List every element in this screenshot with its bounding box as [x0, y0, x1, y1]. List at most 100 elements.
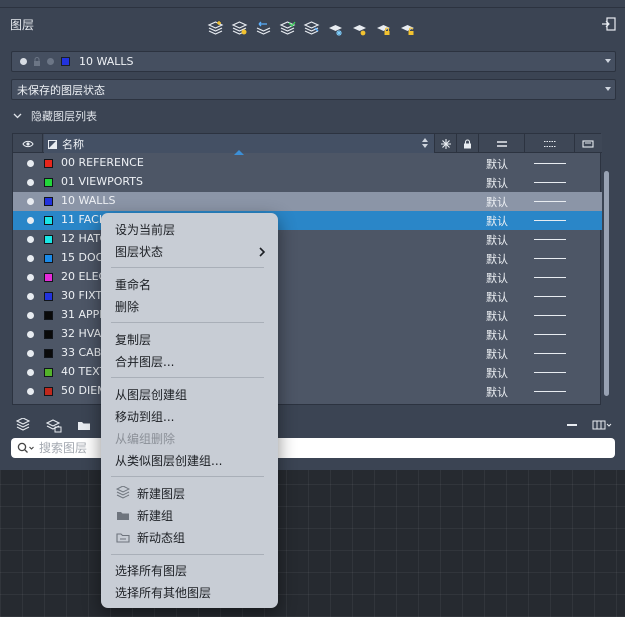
visibility-dot-icon[interactable] — [27, 255, 34, 262]
visibility-dot-icon[interactable] — [27, 198, 34, 205]
new-layer-icon[interactable] — [206, 19, 225, 38]
menu-item-create-group[interactable]: 从图层创建组 — [115, 386, 187, 404]
menu-item-set-current[interactable]: 设为当前层 — [115, 221, 175, 239]
layer-color-swatch[interactable] — [44, 330, 53, 339]
menu-item-duplicate[interactable]: 复制层 — [115, 331, 151, 349]
layer-color-swatch[interactable] — [44, 254, 53, 263]
dock-panel-icon[interactable] — [601, 16, 617, 32]
layer-linetype[interactable]: 默认 — [486, 232, 508, 248]
chevron-right-icon — [259, 247, 266, 257]
menu-item-delete[interactable]: 删除 — [115, 298, 139, 316]
menu-item-new-layer[interactable]: 新建图层 — [137, 485, 185, 503]
menu-item-select-all-others[interactable]: 选择所有其他图层 — [115, 584, 211, 602]
layer-lineweight[interactable] — [534, 239, 566, 240]
layer-color-swatch[interactable] — [44, 178, 53, 187]
unlock-layer-icon[interactable] — [398, 19, 417, 38]
layer-color-swatch[interactable] — [44, 197, 53, 206]
layer-color-swatch[interactable] — [44, 311, 53, 320]
visibility-dot-icon[interactable] — [27, 236, 34, 243]
visibility-dot-icon[interactable] — [27, 388, 34, 395]
layer-linetype[interactable]: 默认 — [486, 213, 508, 229]
table-header: 名称 — [13, 134, 602, 153]
layer-linetype[interactable]: 默认 — [486, 175, 508, 191]
table-row[interactable]: 10 WALLS 默认 — [13, 192, 602, 211]
layer-properties-icon[interactable] — [230, 19, 249, 38]
layer-lineweight[interactable] — [534, 277, 566, 278]
visibility-dot-icon[interactable] — [27, 331, 34, 338]
visibility-dot-icon[interactable] — [27, 217, 34, 224]
layer-linetype[interactable]: 默认 — [486, 270, 508, 286]
vertical-scrollbar[interactable] — [604, 171, 609, 396]
menu-item-merge[interactable]: 合并图层... — [115, 353, 174, 371]
menu-item-create-group-similar[interactable]: 从类似图层创建组... — [115, 452, 222, 470]
layer-lineweight[interactable] — [534, 372, 566, 373]
menu-item-select-all[interactable]: 选择所有图层 — [115, 562, 187, 580]
layer-lineweight[interactable] — [534, 353, 566, 354]
layer-linetype[interactable]: 默认 — [486, 308, 508, 324]
layer-linetype[interactable]: 默认 — [486, 346, 508, 362]
lock-layer-icon[interactable] — [374, 19, 393, 38]
layer-color-swatch[interactable] — [44, 292, 53, 301]
freeze-layer-icon[interactable] — [326, 19, 345, 38]
layer-color-swatch[interactable] — [44, 235, 53, 244]
layer-lineweight[interactable] — [534, 334, 566, 335]
layer-lineweight[interactable] — [534, 391, 566, 392]
visibility-dot-icon[interactable] — [27, 312, 34, 319]
layer-lineweight[interactable] — [534, 296, 566, 297]
menu-item-layer-state[interactable]: 图层状态 — [115, 243, 265, 261]
menu-item-move-to-group[interactable]: 移动到组... — [115, 408, 174, 426]
freeze-column-header[interactable] — [434, 134, 456, 153]
layer-color-swatch[interactable] — [44, 159, 53, 168]
visibility-dot-icon[interactable] — [27, 160, 34, 167]
visibility-dot-icon[interactable] — [27, 179, 34, 186]
menu-item-new-dynamic-group[interactable]: 新动态组 — [137, 529, 185, 547]
layer-linetype[interactable]: 默认 — [486, 156, 508, 172]
plot-column-header[interactable] — [574, 134, 601, 153]
layer-lineweight[interactable] — [534, 258, 566, 259]
visibility-dot-icon[interactable] — [27, 350, 34, 357]
folder-icon[interactable] — [75, 416, 93, 434]
isolate-layer-icon[interactable] — [350, 19, 369, 38]
layer-linetype[interactable]: 默认 — [486, 327, 508, 343]
layer-color-swatch[interactable] — [44, 349, 53, 358]
make-current-icon[interactable] — [278, 19, 297, 38]
bottom-toolbar — [0, 413, 625, 437]
menu-item-new-group[interactable]: 新建组 — [137, 507, 173, 525]
collapse-icon[interactable] — [563, 416, 581, 434]
new-group-filter-icon[interactable] — [45, 416, 63, 434]
snowflake-icon — [440, 138, 451, 149]
layer-state-dropdown[interactable]: 未保存的图层状态 — [11, 79, 616, 100]
menu-item-rename[interactable]: 重命名 — [115, 276, 151, 294]
layer-linetype[interactable]: 默认 — [486, 289, 508, 305]
layer-linetype[interactable]: 默认 — [486, 194, 508, 210]
layer-linetype[interactable]: 默认 — [486, 384, 508, 400]
layer-lineweight[interactable] — [534, 182, 566, 183]
table-row[interactable]: 00 REFERENCE 默认 — [13, 154, 602, 173]
columns-menu-icon[interactable] — [590, 416, 614, 434]
filter-toggle[interactable]: 隐藏图层列表 — [13, 108, 97, 124]
layer-lineweight[interactable] — [534, 220, 566, 221]
visibility-dot-icon[interactable] — [27, 274, 34, 281]
layer-lineweight[interactable] — [534, 201, 566, 202]
layer-color-swatch[interactable] — [44, 273, 53, 282]
lineweight-column-header[interactable] — [524, 134, 574, 153]
layer-linetype[interactable]: 默认 — [486, 365, 508, 381]
eye-icon[interactable] — [13, 134, 43, 153]
layer-lineweight[interactable] — [534, 315, 566, 316]
new-layer-icon[interactable] — [15, 416, 33, 434]
match-layer-icon[interactable] — [302, 19, 321, 38]
layer-color-swatch[interactable] — [44, 368, 53, 377]
layer-color-swatch[interactable] — [44, 216, 53, 225]
current-layer-dropdown[interactable]: 10 WALLS — [11, 51, 616, 72]
visibility-dot-icon[interactable] — [27, 369, 34, 376]
lock-column-header[interactable] — [456, 134, 478, 153]
visibility-dot-icon[interactable] — [27, 293, 34, 300]
table-row[interactable]: 01 VIEWPORTS 默认 — [13, 173, 602, 192]
layer-name: 10 WALLS — [61, 194, 116, 207]
linetype-column-header[interactable] — [478, 134, 524, 153]
layer-previous-icon[interactable] — [254, 19, 273, 38]
layer-linetype[interactable]: 默认 — [486, 251, 508, 267]
layer-state-label: 未保存的图层状态 — [17, 83, 105, 97]
layer-color-swatch[interactable] — [44, 387, 53, 396]
layer-lineweight[interactable] — [534, 163, 566, 164]
